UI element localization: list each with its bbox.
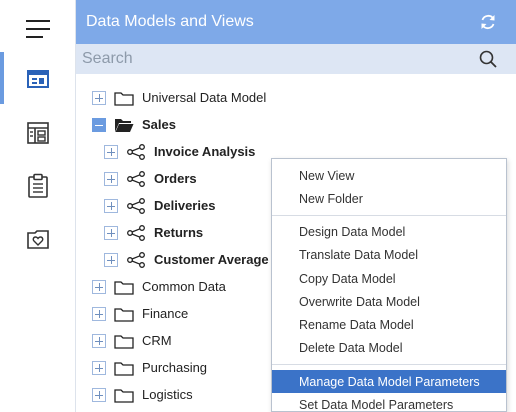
- expand-icon[interactable]: [92, 333, 106, 348]
- tree-item-orders[interactable]: Orders: [104, 165, 197, 192]
- nav-data-models-button[interactable]: [0, 54, 75, 104]
- expand-icon[interactable]: [92, 360, 106, 375]
- expand-icon[interactable]: [92, 387, 106, 402]
- panel-title: Data Models and Views: [86, 13, 254, 30]
- expand-icon[interactable]: [92, 90, 106, 105]
- tree-item-sales[interactable]: Sales: [92, 111, 176, 138]
- search-input[interactable]: [82, 50, 462, 68]
- menu-item-set-data-model-parameters[interactable]: Set Data Model Parameters: [272, 393, 506, 412]
- open-folder-icon: [114, 117, 134, 133]
- folder-icon: [114, 333, 134, 349]
- share-node-icon: [126, 170, 146, 187]
- expand-icon[interactable]: [104, 144, 118, 159]
- share-node-icon: [126, 197, 146, 214]
- menu-item-design-data-model[interactable]: Design Data Model: [272, 220, 506, 243]
- folder-icon: [114, 306, 134, 322]
- tree-item-logistics[interactable]: Logistics: [92, 381, 193, 408]
- tree-item-common-data[interactable]: Common Data: [92, 273, 226, 300]
- tree-item-label: CRM: [142, 333, 172, 348]
- panel-header: Data Models and Views: [76, 0, 516, 44]
- menu-item-new-view[interactable]: New View: [272, 164, 506, 187]
- favorites-icon: [26, 230, 49, 249]
- tree-item-label: Common Data: [142, 279, 226, 294]
- expand-icon[interactable]: [92, 279, 106, 294]
- data-model-icon: [26, 70, 49, 88]
- search-bar: [76, 44, 516, 74]
- tree-item-purchasing[interactable]: Purchasing: [92, 354, 207, 381]
- refresh-icon[interactable]: [478, 12, 498, 32]
- clipboard-icon: [27, 173, 48, 198]
- context-menu: New View New Folder Design Data Model Tr…: [271, 158, 507, 412]
- folder-icon: [114, 90, 134, 106]
- folder-icon: [114, 360, 134, 376]
- tree-item-label: Logistics: [142, 387, 193, 402]
- expand-icon[interactable]: [104, 171, 118, 186]
- tree-item-label: Purchasing: [142, 360, 208, 375]
- nav-favorites-button[interactable]: [0, 214, 75, 264]
- expand-icon[interactable]: [104, 198, 118, 213]
- left-nav-rail: [0, 0, 76, 412]
- tree-item-label: Orders: [154, 171, 197, 186]
- menu-item-manage-data-model-parameters[interactable]: Manage Data Model Parameters: [272, 370, 506, 393]
- tree-item-deliveries[interactable]: Deliveries: [104, 192, 215, 219]
- expand-icon[interactable]: [104, 252, 118, 267]
- search-icon[interactable]: [478, 49, 498, 69]
- tree-item-label: Finance: [142, 306, 189, 321]
- share-node-icon: [126, 224, 146, 241]
- tree-item-returns[interactable]: Returns: [104, 219, 203, 246]
- tree-item-universal-data-model[interactable]: Universal Data Model: [92, 84, 266, 111]
- folder-icon: [114, 279, 134, 295]
- folder-icon: [114, 387, 134, 403]
- tree-item-invoice-analysis[interactable]: Invoice Analysis: [104, 138, 255, 165]
- tree-item-label: Returns: [154, 225, 204, 240]
- tree-item-label: Sales: [142, 117, 176, 132]
- menu-separator: [272, 215, 506, 216]
- share-node-icon: [126, 251, 146, 268]
- menu-item-delete-data-model[interactable]: Delete Data Model: [272, 336, 506, 359]
- menu-item-copy-data-model[interactable]: Copy Data Model: [272, 267, 506, 290]
- tree-item-crm[interactable]: CRM: [92, 327, 172, 354]
- share-node-icon: [126, 143, 146, 160]
- dashboard-icon: [26, 122, 49, 144]
- tree-item-label: Invoice Analysis: [154, 144, 256, 159]
- expand-icon[interactable]: [92, 306, 106, 321]
- hamburger-menu-icon: [25, 20, 50, 38]
- tree-item-label: Deliveries: [154, 198, 216, 213]
- menu-item-overwrite-data-model[interactable]: Overwrite Data Model: [272, 290, 506, 313]
- hamburger-menu-button[interactable]: [0, 4, 75, 54]
- tree-item-customer-average[interactable]: Customer Average R: [104, 246, 282, 273]
- nav-dashboards-button[interactable]: [0, 108, 75, 158]
- menu-item-rename-data-model[interactable]: Rename Data Model: [272, 313, 506, 336]
- menu-item-translate-data-model[interactable]: Translate Data Model: [272, 243, 506, 266]
- tree-item-label: Universal Data Model: [142, 90, 267, 105]
- expand-icon[interactable]: [104, 225, 118, 240]
- tree-item-finance[interactable]: Finance: [92, 300, 188, 327]
- collapse-icon[interactable]: [92, 117, 106, 132]
- menu-item-new-folder[interactable]: New Folder: [272, 187, 506, 210]
- menu-separator: [272, 364, 506, 365]
- nav-reports-button[interactable]: [0, 161, 75, 211]
- tree-item-label: Customer Average R: [154, 252, 282, 267]
